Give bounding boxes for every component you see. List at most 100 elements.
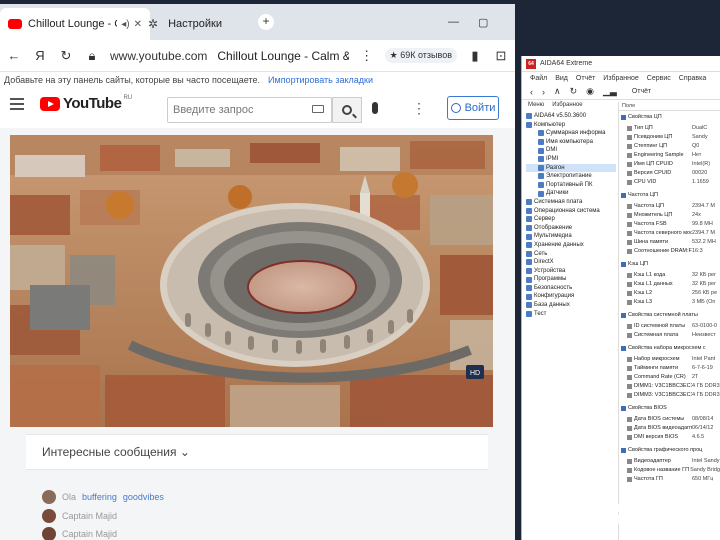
comment-author[interactable]: Captain Majid [62, 511, 117, 521]
import-bookmarks-link[interactable]: Импортировать закладки [268, 75, 373, 85]
aida-menu-item[interactable]: Отчёт [576, 75, 595, 82]
tab-favorites[interactable]: Избранное [552, 102, 582, 108]
avatar[interactable] [42, 509, 56, 523]
avatar[interactable] [42, 527, 56, 540]
tree-item[interactable]: DirectX [526, 258, 616, 267]
grid-row[interactable]: Кэш L3 3 МБ (On [619, 298, 720, 306]
report-button[interactable]: Отчёт [632, 88, 651, 95]
tree-item[interactable]: Тест [526, 310, 616, 319]
avatar[interactable] [42, 490, 56, 504]
refresh-icon[interactable]: ↻ [570, 86, 578, 97]
grid-row[interactable]: DMI версия BIOS 4.6.5 [619, 433, 720, 441]
grid-group-header[interactable]: Свойства BIOS [619, 404, 720, 412]
youtube-logo[interactable]: YouTube RU [40, 95, 132, 112]
tree-item[interactable]: Датчики [526, 189, 616, 198]
hashtag-link[interactable]: goodvibes [123, 492, 164, 502]
menu-dots-icon[interactable]: ⋮ [359, 48, 375, 64]
tree-item[interactable]: Конфигурация [526, 292, 616, 301]
comment-author[interactable]: Captain Majid [62, 529, 117, 539]
back-icon[interactable]: ‹ [530, 87, 533, 97]
signin-button[interactable]: Войти [447, 96, 499, 120]
grid-row[interactable]: Частота ГП 650 МГц [619, 475, 720, 483]
grid-row[interactable]: Command Rate (CR) 2T [619, 373, 720, 381]
interesting-messages-header[interactable]: Интересные сообщения ⌄ [26, 434, 488, 470]
apps-grid-icon[interactable]: ⋮ [412, 100, 426, 117]
tree-item[interactable]: Сеть [526, 250, 616, 259]
tree-item[interactable]: IPMI [526, 155, 616, 164]
back-arrow-icon[interactable]: ← [6, 48, 22, 63]
reload-icon[interactable]: ↻ [58, 48, 74, 64]
hamburger-menu-icon[interactable] [10, 98, 24, 110]
grid-group-header[interactable]: Свойства системной платы [619, 311, 720, 319]
column-header-field[interactable]: Поле [619, 102, 720, 111]
minimize-icon[interactable]: — [448, 16, 459, 28]
grid-row[interactable]: Кэш L2 256 КБ pe [619, 289, 720, 297]
up-icon[interactable]: ∧ [554, 86, 561, 97]
tree-item[interactable]: Операционная система [526, 207, 616, 216]
video-player[interactable]: HD [10, 135, 493, 427]
address-page-title[interactable]: Chillout Lounge - Calm & R... [217, 49, 348, 63]
grid-group-header[interactable]: Частота ЦП [619, 191, 720, 199]
maximize-icon[interactable]: ▢ [478, 16, 488, 29]
grid-row[interactable]: ID системной платы 63-0100-0 [619, 322, 720, 330]
chart-icon[interactable]: ▁▃ [603, 86, 617, 97]
grid-group-header[interactable]: Свойства набора микросхем с [619, 344, 720, 352]
search-button[interactable] [332, 97, 362, 123]
keyboard-icon[interactable] [312, 105, 324, 113]
grid-row[interactable]: Частота северного моста 2394.7 M [619, 229, 720, 237]
aida-menu-item[interactable]: Вид [555, 75, 568, 82]
tree-item[interactable]: AIDA64 v5.50.3600 [526, 112, 616, 121]
grid-group-header[interactable]: Кэш ЦП [619, 260, 720, 268]
new-tab-button[interactable]: + [258, 14, 274, 30]
tree-item[interactable]: Сервер [526, 215, 616, 224]
tree-item[interactable]: Портативный ПК [526, 181, 616, 190]
tree-item[interactable]: Программы [526, 275, 616, 284]
user-icon[interactable]: ◉ [586, 86, 594, 97]
url-text[interactable]: www.youtube.com [110, 49, 207, 63]
bookmark-icon[interactable]: ▮ [467, 48, 483, 64]
tree-item[interactable]: Электропитание [526, 172, 616, 181]
grid-row[interactable]: Соотношение DRAM:FSB16:3 [619, 247, 720, 255]
grid-row[interactable]: Степпинг ЦП Q0 [619, 142, 720, 150]
aida-menu-item[interactable]: Избранное [603, 75, 638, 82]
tree-item[interactable]: Устройства [526, 267, 616, 276]
grid-row[interactable]: Дата BIOS видеоадаптера06/14/12 [619, 424, 720, 432]
reviews-badge[interactable]: ★ 69К отзывов [384, 48, 457, 63]
grid-row[interactable]: Имя ЦП CPUID Intel(R) [619, 160, 720, 168]
tree-item[interactable]: Отображение [526, 224, 616, 233]
grid-row[interactable]: Кодовое название ГП Sandy Bridge [619, 466, 720, 474]
tree-item[interactable]: База данных [526, 301, 616, 310]
yandex-icon[interactable]: Я [32, 48, 48, 63]
tree-item[interactable]: Системная плата [526, 198, 616, 207]
grid-row[interactable]: Тайминги памяти 6-7-6-19 [619, 364, 720, 372]
grid-row[interactable]: DIMM1: V3C1BBC3EC1BAC4 ГБ DDR3 [619, 382, 720, 390]
grid-row[interactable]: Множитель ЦП 24x [619, 211, 720, 219]
grid-row[interactable]: Набор микросхем Intel Pant [619, 355, 720, 363]
grid-group-header[interactable]: Свойства ЦП [619, 113, 720, 121]
tree-item[interactable]: Мультимедиа [526, 232, 616, 241]
tree-item[interactable]: Безопасность [526, 284, 616, 293]
grid-row[interactable]: Системная плата Неизвест [619, 331, 720, 339]
tree-item[interactable]: DMI [526, 146, 616, 155]
grid-row[interactable]: Псевдоним ЦП Sandy [619, 133, 720, 141]
grid-row[interactable]: Частота ЦП 2394.7 M [619, 202, 720, 210]
tab-menu[interactable]: Меню [528, 102, 544, 108]
grid-row[interactable]: Кэш L1 данных 32 КБ per [619, 280, 720, 288]
speaker-icon[interactable]: ◂) [121, 19, 129, 30]
tree-item[interactable]: Хранение данных [526, 241, 616, 250]
grid-row[interactable]: DIMM3: V3C1BBC3EC1BAC4 ГБ DDR3 [619, 391, 720, 399]
tree-item[interactable]: Имя компьютера [526, 138, 616, 147]
grid-row[interactable]: CPU VID 1.1659 [619, 178, 720, 186]
grid-group-header[interactable]: Свойства графического проц [619, 446, 720, 454]
grid-row[interactable]: Версия CPUID 00020 [619, 169, 720, 177]
microphone-icon[interactable] [372, 102, 378, 114]
tree-item[interactable]: Компьютер [526, 121, 616, 130]
grid-row[interactable]: Шина памяти 532.2 MH [619, 238, 720, 246]
grid-row[interactable]: Частота FSB 99.8 MH [619, 220, 720, 228]
aida-menu-item[interactable]: Справка [679, 75, 706, 82]
grid-row[interactable]: Тип ЦП DualC [619, 124, 720, 132]
grid-row[interactable]: Engineering Sample Нет [619, 151, 720, 159]
aida-menu-item[interactable]: Файл [530, 75, 547, 82]
search-input[interactable]: Введите запрос [167, 97, 332, 123]
tree-item[interactable]: Суммарная информа [526, 129, 616, 138]
